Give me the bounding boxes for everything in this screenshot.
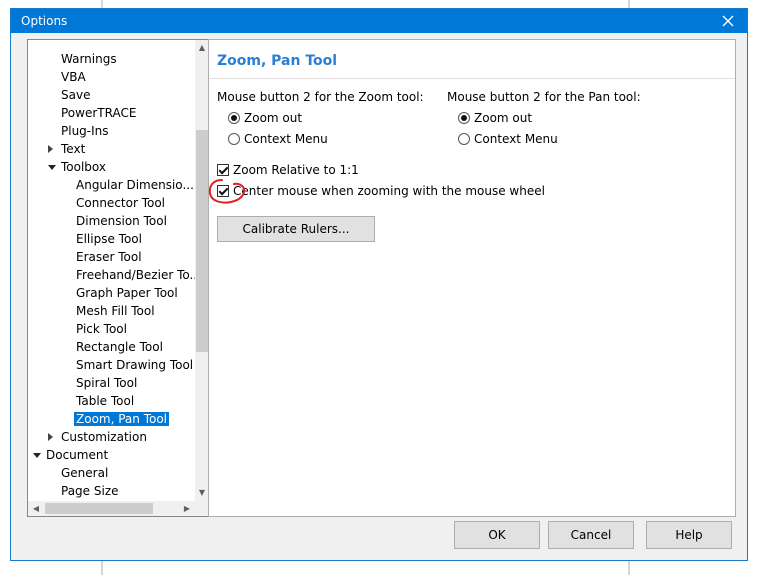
help-button[interactable]: Help <box>646 521 732 549</box>
tree-item[interactable]: Eraser Tool <box>74 248 144 266</box>
tree-item[interactable]: Table Tool <box>74 392 136 410</box>
annotation-circle <box>208 179 246 204</box>
settings-panel: Zoom, Pan Tool Mouse button 2 for the Zo… <box>208 39 736 517</box>
tree-item[interactable]: Dimension Tool <box>74 212 169 230</box>
triangle-right-icon[interactable] <box>48 433 53 441</box>
scroll-thumb[interactable] <box>196 130 208 352</box>
radio-label: Zoom out <box>244 111 303 125</box>
tree-item[interactable]: Warnings <box>59 50 119 68</box>
scroll-right-icon[interactable]: ▶ <box>179 501 195 516</box>
checkbox-label: Center mouse when zooming with the mouse… <box>233 184 545 198</box>
tree-item[interactable]: Text <box>48 140 87 158</box>
tree-item[interactable]: Toolbox <box>48 158 108 176</box>
radio-button[interactable] <box>228 112 240 124</box>
tree-item-label: Freehand/Bezier To... <box>76 268 201 282</box>
scroll-left-icon[interactable]: ◀ <box>28 501 44 516</box>
tree-item[interactable]: Page Size <box>59 482 121 500</box>
tree-item-label: VBA <box>61 70 86 84</box>
window-title: Options <box>21 14 68 28</box>
title-bar: Options <box>11 9 747 33</box>
tree-item[interactable]: Ellipse Tool <box>74 230 144 248</box>
scroll-down-icon[interactable]: ▼ <box>195 485 208 501</box>
cancel-button[interactable]: Cancel <box>548 521 634 549</box>
radio-button[interactable] <box>458 133 470 145</box>
radio-button[interactable] <box>228 133 240 145</box>
tree-item-label: Text <box>61 142 86 156</box>
close-icon[interactable] <box>715 10 741 32</box>
tree-item[interactable]: Zoom, Pan Tool <box>74 410 170 428</box>
tree-item[interactable]: VBA <box>59 68 88 86</box>
checkbox[interactable] <box>217 164 229 176</box>
tree-item[interactable]: Spiral Tool <box>74 374 139 392</box>
radio-button[interactable] <box>458 112 470 124</box>
tree-item-label: Eraser Tool <box>76 250 142 264</box>
radio-label: Zoom out <box>474 111 533 125</box>
tree-item-label: Table Tool <box>76 394 135 408</box>
tree-item-label: Graph Paper Tool <box>76 286 178 300</box>
zoom-group-label: Mouse button 2 for the Zoom tool: <box>217 90 424 104</box>
triangle-right-icon[interactable] <box>48 145 53 153</box>
tree-item[interactable]: Angular Dimensio... <box>74 176 196 194</box>
tree-item[interactable]: Pick Tool <box>74 320 129 338</box>
panel-heading: Zoom, Pan Tool <box>217 53 338 69</box>
tree-item-label: Page Size <box>61 484 119 498</box>
tree-item-label: Dimension Tool <box>76 214 167 228</box>
tree-item-label: Warnings <box>61 52 117 66</box>
scroll-up-icon[interactable]: ▲ <box>195 40 208 56</box>
tree-item-label: PowerTRACE <box>61 106 137 120</box>
tree-item[interactable]: Mesh Fill Tool <box>74 302 157 320</box>
tree-item[interactable]: Rectangle Tool <box>74 338 165 356</box>
ok-button[interactable]: OK <box>454 521 540 549</box>
tree-item[interactable]: Freehand/Bezier To... <box>74 266 203 284</box>
tree-item-label: Zoom, Pan Tool <box>74 412 170 426</box>
pan-group-label: Mouse button 2 for the Pan tool: <box>447 90 641 104</box>
calibrate-rulers-button[interactable]: Calibrate Rulers... <box>217 216 375 242</box>
triangle-down-icon[interactable] <box>33 453 41 458</box>
tree-item-label: Plug-Ins <box>61 124 109 138</box>
tree-item-label: Save <box>61 88 91 102</box>
tree-item-label: Connector Tool <box>76 196 166 210</box>
tree-item-label: Rectangle Tool <box>76 340 163 354</box>
checkbox-label: Zoom Relative to 1:1 <box>233 163 359 177</box>
zoom-radio-context-menu[interactable]: Context Menu <box>228 131 328 147</box>
tree-item[interactable]: Document <box>33 446 110 464</box>
radio-label: Context Menu <box>474 132 558 146</box>
options-dialog: Options Warnings VBA Save PowerTRACE Plug-In… <box>10 8 748 561</box>
tree-item-label: Document <box>46 448 109 462</box>
tree-item[interactable]: Connector Tool <box>74 194 167 212</box>
scroll-corner <box>195 501 208 516</box>
tree-item[interactable]: General <box>59 464 110 482</box>
tree-item[interactable]: Plug-Ins <box>59 122 111 140</box>
pan-radio-context-menu[interactable]: Context Menu <box>458 131 558 147</box>
options-tree[interactable]: Warnings VBA Save PowerTRACE Plug-Ins Text Too… <box>27 39 209 517</box>
tree-item-label: General <box>61 466 109 480</box>
tree-item-label: Ellipse Tool <box>76 232 142 246</box>
tree-item-label: Toolbox <box>61 160 106 174</box>
pan-radio-zoom-out[interactable]: Zoom out <box>458 110 532 126</box>
tree-item-label: Smart Drawing Tool <box>76 358 194 372</box>
tree-item-label: Mesh Fill Tool <box>76 304 155 318</box>
tree-item-label: Spiral Tool <box>76 376 138 390</box>
tree-item[interactable]: PowerTRACE <box>59 104 138 122</box>
tree-vertical-scrollbar[interactable]: ▲ ▼ <box>195 40 208 501</box>
center-mouse-checkbox[interactable]: Center mouse when zooming with the mouse… <box>217 183 545 199</box>
hscroll-thumb[interactable] <box>45 503 153 514</box>
tree-horizontal-scrollbar[interactable]: ◀ ▶ <box>28 501 195 516</box>
tree-item-label: Customization <box>61 430 147 444</box>
tree-item[interactable]: Customization <box>48 428 149 446</box>
triangle-down-icon[interactable] <box>48 165 56 170</box>
tree-item-label: Pick Tool <box>76 322 127 336</box>
tree-item[interactable]: Save <box>59 86 92 104</box>
radio-label: Context Menu <box>244 132 328 146</box>
tree-item[interactable]: Graph Paper Tool <box>74 284 180 302</box>
zoom-radio-zoom-out[interactable]: Zoom out <box>228 110 302 126</box>
tree-item[interactable]: Smart Drawing Tool <box>74 356 195 374</box>
heading-divider <box>210 78 735 79</box>
tree-item-label: Angular Dimensio... <box>76 178 194 192</box>
